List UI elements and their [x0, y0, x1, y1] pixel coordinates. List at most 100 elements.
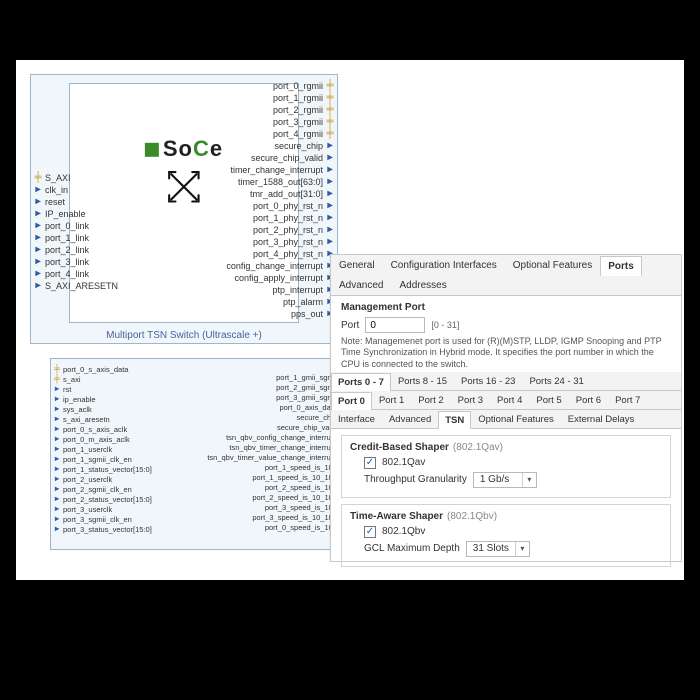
tab-port-3[interactable]: Port 3: [451, 391, 490, 409]
pin-port-1-link[interactable]: ▸port_1_link: [34, 233, 89, 243]
bus-pin-icon: ╪: [326, 118, 334, 126]
pin-timer-change-interrupt[interactable]: ▸timer_change_interrupt: [230, 165, 334, 175]
tab-ports-24-31[interactable]: Ports 24 - 31: [522, 372, 590, 390]
tab-external-delays[interactable]: External Delays: [561, 410, 642, 428]
pin-port-0-phy-rst-n[interactable]: ▸port_0_phy_rst_n: [253, 201, 334, 211]
pin-pps-out[interactable]: ▸pps_out: [291, 309, 334, 319]
pin-secure-chip-valid[interactable]: ▸secure_chip_valid: [251, 153, 334, 163]
cbs-granularity-select[interactable]: 1 Gb/s ▾: [473, 472, 537, 488]
pin-label: tmr_add_out[31:0]: [250, 189, 323, 199]
port-range: [0 - 31]: [431, 320, 459, 330]
tab-ports-0-7[interactable]: Ports 0 - 7: [331, 373, 391, 391]
pin-port-4-link[interactable]: ▸port_4_link: [34, 269, 89, 279]
pin-port-1-rgmii[interactable]: ╪port_1_rgmii: [273, 93, 334, 103]
tab-interface[interactable]: Interface: [331, 410, 382, 428]
tab-port-6[interactable]: Port 6: [569, 391, 608, 409]
pin-port-1-phy-rst-n[interactable]: ▸port_1_phy_rst_n: [253, 213, 334, 223]
tab-general[interactable]: General: [331, 255, 383, 275]
pin-icon: ▸: [54, 386, 60, 392]
pin-label: port_4_link: [45, 269, 89, 279]
tab-port-2[interactable]: Port 2: [411, 391, 450, 409]
chip-icon: [145, 143, 159, 157]
cbs-checkbox-label: 802.1Qav: [382, 457, 425, 468]
tas-checkbox-label: 802.1Qbv: [382, 526, 425, 537]
pin-ptp-interrupt[interactable]: ▸ptp_interrupt: [272, 285, 334, 295]
tab-advanced[interactable]: Advanced: [331, 275, 391, 295]
pin-port-0-s-axis-aclk[interactable]: ▸port_0_s_axis_aclk: [54, 425, 127, 433]
pin-ip-enable[interactable]: ▸ip_enable: [54, 395, 96, 403]
pin-label: timer_1588_out[63:0]: [238, 177, 323, 187]
pin-label: port_3_gmii_sgmii: [276, 393, 337, 402]
pin-label: sys_aclk: [63, 405, 92, 414]
pin-reset[interactable]: ▸reset: [34, 197, 65, 207]
pin-port-3-link[interactable]: ▸port_3_link: [34, 257, 89, 267]
pin-icon: ▸: [54, 496, 60, 502]
pin-rst[interactable]: ▸rst: [54, 385, 71, 393]
pin-s-axi[interactable]: ╪S_AXI: [34, 173, 71, 183]
tab-ports[interactable]: Ports: [600, 256, 642, 276]
pin-ip-enable[interactable]: ▸IP_enable: [34, 209, 86, 219]
pin-ptp-alarm[interactable]: ▸ptp_alarm: [283, 297, 334, 307]
pin-port-4-phy-rst-n[interactable]: ▸port_4_phy_rst_n: [253, 249, 334, 259]
tab-port-1[interactable]: Port 1: [372, 391, 411, 409]
pin-port-3-status-vector-15-0-[interactable]: ▸port_3_status_vector[15:0]: [54, 525, 152, 533]
pin-config-change-interrupt[interactable]: ▸config_change_interrupt: [226, 261, 334, 271]
pin-port-0-m-axis-aclk[interactable]: ▸port_0_m_axis_aclk: [54, 435, 130, 443]
pin-port-2-userclk[interactable]: ▸port_2_userclk: [54, 475, 112, 483]
pin-port-3-userclk[interactable]: ▸port_3_userclk: [54, 505, 112, 513]
pin-label: port_0_s_axis_data: [63, 365, 128, 374]
pin-port-3-rgmii[interactable]: ╪port_3_rgmii: [273, 117, 334, 127]
pin-secure-chip[interactable]: ▸secure_chip: [274, 141, 334, 151]
pin-port-4-rgmii[interactable]: ╪port_4_rgmii: [273, 129, 334, 139]
pin-port-2-phy-rst-n[interactable]: ▸port_2_phy_rst_n: [253, 225, 334, 235]
pin-tmr-add-out-31-0-[interactable]: ▸tmr_add_out[31:0]: [250, 189, 334, 199]
pin-timer-1588-out-63-0-[interactable]: ▸timer_1588_out[63:0]: [238, 177, 334, 187]
tab-port-7[interactable]: Port 7: [608, 391, 647, 409]
pin-tsn-qbv-config-change-interrupt[interactable]: ▸tsn_qbv_config_change_interrupt: [226, 433, 346, 441]
pin-tsn-qbv-timer-change-interrupt[interactable]: ▸tsn_qbv_timer_change_interrupt: [229, 443, 346, 451]
pin-port-1-userclk[interactable]: ▸port_1_userclk: [54, 445, 112, 453]
cbs-enable-checkbox[interactable]: [364, 457, 376, 469]
pin-tsn-qbv-timer-value-change-interrupt[interactable]: ▸tsn_qbv_timer_value_change_interrupt: [207, 453, 346, 461]
pin-s-axi[interactable]: ╪s_axi: [54, 375, 81, 383]
tab-optional-features[interactable]: Optional Features: [471, 410, 561, 428]
tas-enable-checkbox[interactable]: [364, 526, 376, 538]
tab-port-5[interactable]: Port 5: [529, 391, 568, 409]
pin-port-3-sgmii-clk-en[interactable]: ▸port_3_sgmii_clk_en: [54, 515, 132, 523]
pin-label: port_0_speed_is_100: [265, 523, 337, 532]
tab-advanced[interactable]: Advanced: [382, 410, 438, 428]
tab-configuration-interfaces[interactable]: Configuration Interfaces: [383, 255, 505, 275]
pin-label: port_0_m_axis_aclk: [63, 435, 130, 444]
tab-optional-features[interactable]: Optional Features: [505, 255, 601, 275]
bus-pin-icon: ╪: [54, 376, 60, 382]
pin-config-apply-interrupt[interactable]: ▸config_apply_interrupt: [234, 273, 334, 283]
tab-ports-8-15[interactable]: Ports 8 - 15: [391, 372, 454, 390]
pin-port-1-sgmii-clk-en[interactable]: ▸port_1_sgmii_clk_en: [54, 455, 132, 463]
pin-port-0-rgmii[interactable]: ╪port_0_rgmii: [273, 81, 334, 91]
pin-label: port_3_phy_rst_n: [253, 237, 323, 247]
pin-port-2-sgmii-clk-en[interactable]: ▸port_2_sgmii_clk_en: [54, 485, 132, 493]
pin-clk-in[interactable]: ▸clk_in: [34, 185, 68, 195]
tab-addresses[interactable]: Addresses: [391, 275, 454, 295]
pin-port-0-link[interactable]: ▸port_0_link: [34, 221, 89, 231]
tab-port-0[interactable]: Port 0: [331, 392, 372, 410]
pin-port-1-status-vector-15-0-[interactable]: ▸port_1_status_vector[15:0]: [54, 465, 152, 473]
tab-tsn[interactable]: TSN: [438, 411, 471, 429]
pin-label: S_AXI: [45, 173, 71, 183]
tab-port-4[interactable]: Port 4: [490, 391, 529, 409]
pin-icon: ▸: [34, 246, 42, 254]
management-port-input[interactable]: [365, 317, 425, 333]
tas-gcl-select[interactable]: 31 Slots ▾: [466, 541, 530, 557]
pin-s-axi-aresetn[interactable]: ▸s_axi_aresetn: [54, 415, 110, 423]
pin-port-3-phy-rst-n[interactable]: ▸port_3_phy_rst_n: [253, 237, 334, 247]
tab-ports-16-23[interactable]: Ports 16 - 23: [454, 372, 522, 390]
pin-label: clk_in: [45, 185, 68, 195]
pin-port-2-link[interactable]: ▸port_2_link: [34, 245, 89, 255]
pin-sys-aclk[interactable]: ▸sys_aclk: [54, 405, 92, 413]
pin-port-2-rgmii[interactable]: ╪port_2_rgmii: [273, 105, 334, 115]
pin-icon: ▸: [326, 178, 334, 186]
pin-port-0-s-axis-data[interactable]: ╪port_0_s_axis_data: [54, 365, 128, 373]
pin-icon: ▸: [54, 526, 60, 532]
pin-s-axi-aresetn[interactable]: ▸S_AXI_ARESETN: [34, 281, 118, 291]
pin-port-2-status-vector-15-0-[interactable]: ▸port_2_status_vector[15:0]: [54, 495, 152, 503]
